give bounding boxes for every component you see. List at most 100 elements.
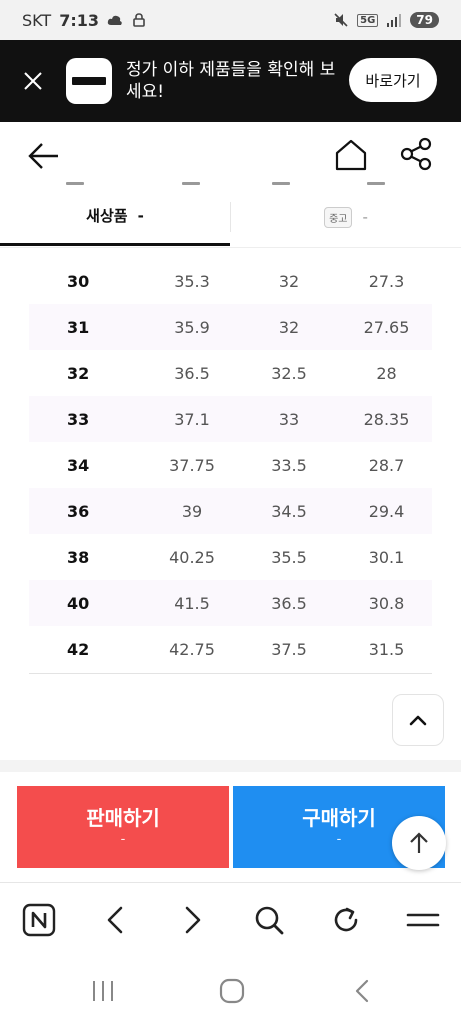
recent-apps-icon — [93, 981, 113, 1001]
size-cell: 30 — [67, 271, 90, 291]
back-button[interactable] — [26, 138, 62, 174]
system-back-button[interactable] — [347, 976, 377, 1006]
browser-refresh-button[interactable] — [328, 902, 364, 938]
measurement-cell: 36.5 — [174, 363, 210, 383]
menu-icon — [406, 913, 440, 927]
battery-badge: 79 — [410, 12, 439, 28]
scroll-top-button[interactable] — [392, 816, 446, 870]
tab-used-chip: 중고 — [324, 206, 353, 228]
measurement-cell: 39 — [181, 501, 203, 521]
tab-new-product[interactable]: 새상품 - — [0, 188, 230, 246]
measurement-cell: 37.1 — [174, 409, 210, 429]
top-navigation — [0, 122, 461, 188]
system-home-button[interactable] — [217, 976, 247, 1006]
search-icon — [255, 906, 284, 935]
status-bar: SKT 7:13 5G 79 — [0, 0, 461, 40]
measurement-cell: 27.65 — [363, 317, 410, 337]
tab-new-label: 새상품 — [86, 207, 128, 225]
measurement-cell: 28.35 — [363, 409, 410, 429]
banner-go-button[interactable]: 바로가기 — [349, 58, 437, 102]
measurement-cell: 31.5 — [368, 639, 405, 659]
logo-bar-icon — [72, 77, 106, 85]
home-icon — [335, 139, 367, 171]
measurement-cell: 30.1 — [368, 547, 405, 567]
signal-icon — [386, 12, 402, 28]
collapse-button[interactable] — [392, 694, 444, 746]
cloud-icon — [107, 12, 123, 28]
home-button[interactable] — [332, 136, 370, 174]
tab-used-product[interactable]: 중고 - — [231, 188, 461, 246]
home-square-icon — [219, 978, 245, 1004]
size-cell: 36 — [67, 501, 90, 521]
measurement-cell: 28.7 — [368, 455, 405, 475]
naver-home-button[interactable] — [21, 902, 57, 938]
measurement-cell: 42.75 — [169, 639, 215, 659]
cut-off-text — [182, 182, 200, 185]
measurement-cell: 36.5 — [271, 593, 307, 613]
status-left: SKT 7:13 — [22, 11, 147, 30]
size-cell: 33 — [67, 409, 90, 429]
size-table: 30 35.3 32 27.3 31 35.9 32 27.65 32 36.5 32.5 28 33 3… — [29, 258, 432, 672]
table-row: 30 35.3 32 27.3 — [29, 258, 432, 304]
measurement-cell: 33 — [278, 409, 300, 429]
cut-off-text — [66, 182, 84, 185]
measurement-cell: 35.5 — [271, 547, 307, 567]
measurement-cell: 32 — [278, 317, 300, 337]
sell-price: - — [120, 832, 126, 847]
measurement-cell: 33.5 — [271, 455, 307, 475]
action-bar: 판매하기 - 구매하기 - — [0, 772, 461, 882]
size-cell: 40 — [67, 593, 90, 613]
table-divider — [29, 673, 432, 674]
section-gap — [0, 760, 461, 772]
measurement-cell: 34.5 — [271, 501, 307, 521]
recent-apps-button[interactable] — [88, 976, 118, 1006]
table-row: 31 35.9 32 27.65 — [29, 304, 432, 350]
browser-menu-button[interactable] — [405, 902, 441, 938]
table-row: 36 39 34.5 29.4 — [29, 488, 432, 534]
status-right: 5G 79 — [333, 12, 439, 28]
cut-off-text — [367, 182, 385, 185]
buy-price: - — [336, 832, 342, 847]
browser-back-button[interactable] — [97, 902, 133, 938]
arrow-up-icon — [410, 832, 428, 853]
sell-label: 판매하기 — [86, 806, 160, 830]
condition-tabs: 새상품 - 중고 - — [0, 188, 461, 248]
network-label: 5G — [357, 13, 379, 27]
cut-off-text — [272, 182, 290, 185]
size-cell: 31 — [67, 317, 90, 337]
measurement-cell: 30.8 — [368, 593, 405, 613]
carrier-label: SKT — [22, 10, 52, 30]
size-cell: 34 — [67, 455, 90, 475]
chevron-up-icon — [409, 715, 427, 726]
table-row: 33 37.1 33 28.35 — [29, 396, 432, 442]
table-row: 38 40.25 35.5 30.1 — [29, 534, 432, 580]
back-chevron-icon — [355, 979, 369, 1003]
table-row: 42 42.75 37.5 31.5 — [29, 626, 432, 672]
app-logo — [66, 58, 112, 104]
measurement-cell: 35.3 — [174, 271, 210, 291]
measurement-cell: 27.3 — [368, 271, 405, 291]
banner-message: 정가 이하 제품들을 확인해 보세요! — [126, 60, 336, 102]
share-button[interactable] — [398, 136, 434, 172]
browser-forward-button[interactable] — [175, 902, 211, 938]
table-row: 32 36.5 32.5 28 — [29, 350, 432, 396]
measurement-cell: 32 — [278, 271, 300, 291]
size-cell: 38 — [67, 547, 90, 567]
browser-search-button[interactable] — [251, 902, 287, 938]
sell-button[interactable]: 판매하기 - — [17, 786, 229, 868]
mute-icon — [333, 12, 349, 28]
measurement-cell: 29.4 — [368, 501, 405, 521]
naver-n-icon — [22, 903, 56, 937]
measurement-cell: 40.25 — [169, 547, 215, 567]
chevron-left-icon — [107, 906, 123, 934]
refresh-icon — [334, 907, 358, 932]
promo-banner: 정가 이하 제품들을 확인해 보세요! 바로가기 — [0, 40, 461, 122]
size-cell: 42 — [67, 639, 90, 659]
close-icon — [24, 72, 42, 90]
measurement-cell: 35.9 — [174, 317, 210, 337]
tab-used-price: - — [362, 208, 368, 226]
banner-close-button[interactable] — [0, 40, 66, 122]
arrow-left-icon — [28, 143, 58, 169]
measurement-cell: 37.75 — [169, 455, 215, 475]
measurement-cell: 41.5 — [174, 593, 210, 613]
